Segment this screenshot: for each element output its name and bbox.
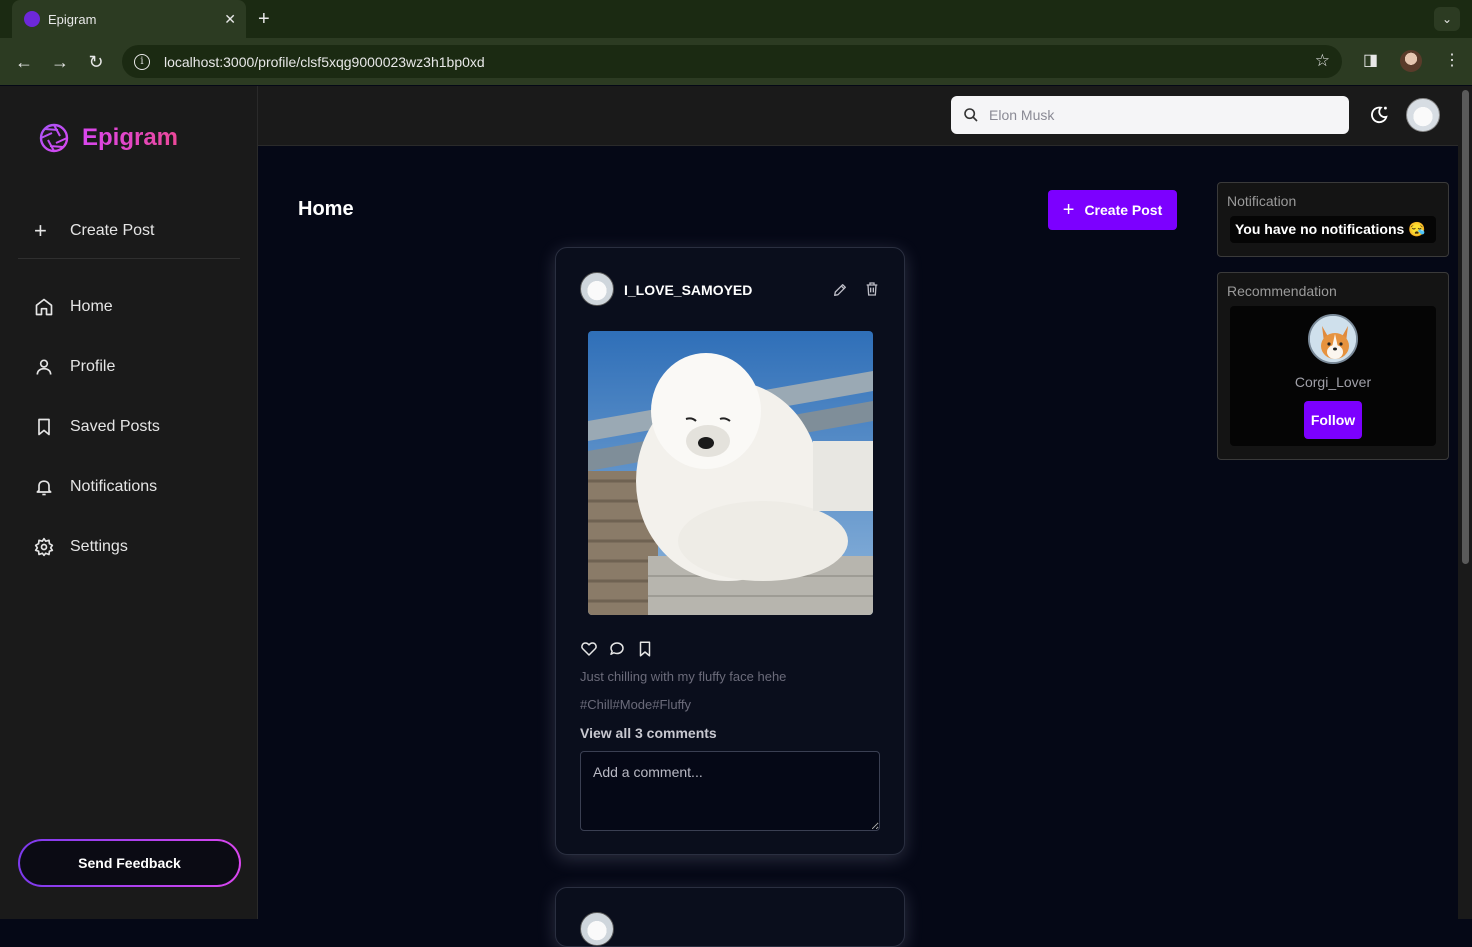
theme-toggle-icon[interactable]: [1368, 104, 1390, 126]
post-card: [555, 887, 905, 947]
sidebar-item-saved-posts[interactable]: Saved Posts: [34, 417, 160, 437]
app-root: Epigram + Create Post Home Profile Saved…: [0, 86, 1472, 947]
sidebar-item-notifications[interactable]: Notifications: [34, 477, 157, 497]
follow-button[interactable]: Follow: [1304, 401, 1362, 439]
sidebar: Epigram + Create Post Home Profile Saved…: [0, 86, 258, 919]
sidebar-divider: [18, 258, 240, 259]
recommended-user-avatar[interactable]: [1308, 314, 1358, 364]
forward-button[interactable]: →: [48, 50, 72, 74]
close-tab-icon[interactable]: ✕: [224, 11, 236, 28]
notification-panel-title: Notification: [1227, 193, 1297, 209]
post-caption: Just chilling with my fluffy face hehe: [580, 669, 787, 684]
brand-name: Epigram: [82, 124, 179, 151]
gear-icon: [34, 537, 54, 557]
sidebar-item-label: Profile: [70, 358, 116, 375]
bell-icon: [36, 480, 52, 496]
site-info-icon[interactable]: i: [134, 53, 150, 70]
top-bar: [258, 86, 1458, 146]
sidebar-item-home[interactable]: Home: [34, 297, 113, 317]
bookmark-star-icon[interactable]: ☆: [1315, 51, 1330, 71]
sidebar-item-label: Home: [70, 298, 113, 315]
home-icon: [35, 298, 53, 316]
create-post-label: Create Post: [1084, 202, 1163, 218]
search-icon: [964, 108, 978, 122]
heart-icon[interactable]: [580, 640, 598, 658]
comment-input[interactable]: [580, 751, 880, 831]
new-tab-button[interactable]: +: [258, 8, 270, 31]
aperture-logo-icon: [39, 123, 69, 153]
browser-menu-icon[interactable]: ⋮: [1444, 50, 1460, 70]
browser-profile-avatar[interactable]: [1400, 50, 1422, 72]
side-panel-icon[interactable]: ◨: [1363, 50, 1378, 70]
reload-button[interactable]: ↻: [84, 50, 108, 74]
post-actions: [580, 640, 654, 658]
post-username[interactable]: I_LOVE_SAMOYED: [624, 282, 752, 298]
recommendation-panel-title: Recommendation: [1227, 283, 1337, 299]
browser-toolbar: ← → ↻ i localhost:3000/profile/clsf5xqg9…: [0, 38, 1472, 85]
save-bookmark-icon[interactable]: [636, 640, 654, 658]
samoyed-photo: [588, 331, 873, 615]
plus-icon: +: [1062, 198, 1075, 221]
favicon-icon: [24, 11, 40, 27]
address-bar[interactable]: i localhost:3000/profile/clsf5xqg9000023…: [122, 45, 1342, 78]
browser-tab[interactable]: Epigram ✕: [12, 0, 246, 38]
url-text: localhost:3000/profile/clsf5xqg9000023wz…: [164, 53, 485, 70]
browser-tabbar: Epigram ✕ + ⌄: [0, 0, 1472, 38]
sidebar-item-label: Settings: [70, 538, 128, 555]
sidebar-item-label: Notifications: [70, 478, 158, 495]
sidebar-item-label: Saved Posts: [70, 418, 160, 435]
search-bar[interactable]: [951, 96, 1349, 134]
post-card: I_LOVE_SAMOYED Just chilling with my flu…: [555, 247, 905, 855]
notification-panel: Notification You have no notifications 😪: [1217, 182, 1449, 257]
post-hashtags[interactable]: #Chill#Mode#Fluffy: [580, 697, 691, 712]
notification-empty-message: You have no notifications 😪: [1230, 216, 1436, 243]
scrollbar-thumb[interactable]: [1462, 90, 1469, 564]
view-comments-link[interactable]: View all 3 comments: [580, 725, 717, 741]
create-post-button[interactable]: + Create Post: [1048, 190, 1177, 230]
tab-search-icon[interactable]: ⌄: [1434, 7, 1460, 31]
recommended-username[interactable]: Corgi_Lover: [1230, 374, 1436, 390]
trash-icon[interactable]: [864, 281, 880, 297]
recommendation-panel: Recommendation Corgi_Lover Follow: [1217, 272, 1449, 460]
back-button[interactable]: ←: [12, 50, 36, 74]
page-title: Home: [298, 198, 354, 220]
sidebar-item-profile[interactable]: Profile: [34, 357, 115, 377]
sidebar-create-post[interactable]: + Create Post: [34, 218, 154, 244]
user-avatar[interactable]: [1406, 98, 1440, 132]
comment-icon[interactable]: [608, 640, 626, 658]
post-author-avatar[interactable]: [580, 912, 614, 946]
post-author-avatar[interactable]: [580, 272, 614, 306]
user-icon: [36, 359, 52, 375]
sidebar-create-post-label: Create Post: [70, 222, 155, 239]
corgi-avatar-image: [1310, 316, 1356, 362]
send-feedback-button[interactable]: Send Feedback: [18, 839, 241, 887]
recommended-user-card: Corgi_Lover Follow: [1230, 306, 1436, 446]
brand[interactable]: Epigram: [38, 122, 178, 154]
scrollbar[interactable]: [1458, 86, 1472, 919]
search-input[interactable]: [989, 107, 1329, 123]
post-image[interactable]: [588, 331, 873, 615]
tab-title: Epigram: [48, 11, 97, 27]
plus-icon: +: [34, 218, 47, 243]
edit-pencil-icon[interactable]: [832, 282, 848, 298]
bookmark-icon: [38, 418, 50, 436]
sidebar-item-settings[interactable]: Settings: [34, 537, 128, 557]
